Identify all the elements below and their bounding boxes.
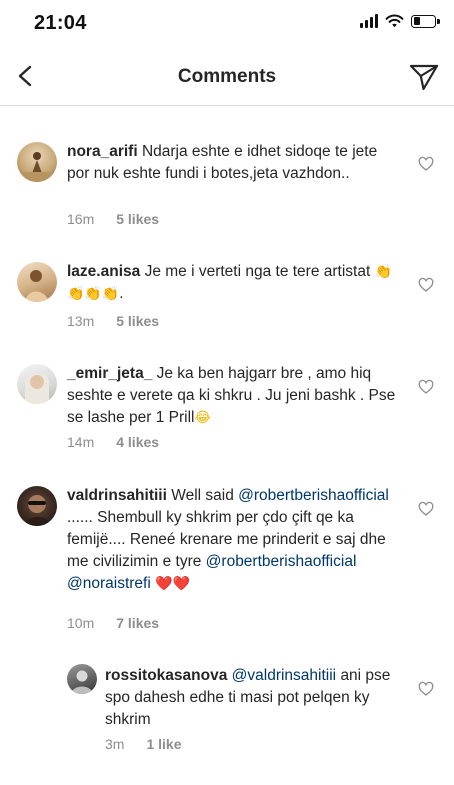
mention-link[interactable]: @noraistrefi xyxy=(67,575,151,592)
comment-likes[interactable]: 5 likes xyxy=(116,313,159,329)
comment-username[interactable]: _emir_jeta_ xyxy=(67,365,152,382)
avatar[interactable] xyxy=(67,664,97,694)
laughing-emoji: 😂 xyxy=(194,410,211,426)
wifi-icon xyxy=(385,14,404,28)
avatar[interactable] xyxy=(17,142,57,182)
status-bar: 21:04 xyxy=(0,0,454,48)
comment-time: 16m xyxy=(67,211,95,227)
comment-username[interactable]: valdrinsahitiii xyxy=(67,487,167,504)
comment-text: valdrinsahitiii Well said @robertberisha… xyxy=(67,485,402,595)
mention-link[interactable]: @valdrinsahitiii xyxy=(232,667,336,684)
battery-icon xyxy=(411,14,440,28)
heart-icon[interactable] xyxy=(418,379,434,395)
comment-meta: 16m 5 likes xyxy=(67,211,159,227)
comment-text: _emir_jeta_ Je ka ben hajgarr bre , amo … xyxy=(67,363,402,429)
signal-icon xyxy=(360,14,378,28)
avatar[interactable] xyxy=(17,262,57,302)
comment-username[interactable]: laze.anisa xyxy=(67,263,140,280)
comment-text: nora_arifi Ndarja eshte e idhet sidoqe t… xyxy=(67,141,402,185)
comment-time: 3m xyxy=(105,736,125,752)
page-title: Comments xyxy=(177,66,277,87)
header: Comments xyxy=(0,48,454,106)
comment-item: _emir_jeta_ Je ka ben hajgarr bre , amo … xyxy=(0,356,454,456)
avatar[interactable] xyxy=(17,364,57,404)
comment-likes[interactable]: 4 likes xyxy=(116,434,159,450)
status-time: 21:04 xyxy=(34,12,87,34)
comment-meta: 3m 1 like xyxy=(105,736,181,752)
comment-meta: 10m 7 likes xyxy=(67,615,159,631)
comment-meta: 13m 5 likes xyxy=(67,313,159,329)
comment-username[interactable]: rossitokasanova xyxy=(105,667,227,684)
comment-message: Well said xyxy=(171,487,234,504)
send-button[interactable] xyxy=(408,61,440,93)
send-icon xyxy=(409,64,439,91)
heart-icon[interactable] xyxy=(418,501,434,517)
comment-time: 10m xyxy=(67,615,95,631)
comment-item: valdrinsahitiii Well said @robertberisha… xyxy=(0,478,454,633)
comment-message: Je me i verteti nga te tere artistat xyxy=(144,263,371,280)
heart-icon[interactable] xyxy=(418,156,434,172)
comment-likes[interactable]: 1 like xyxy=(146,736,181,752)
comment-likes[interactable]: 5 likes xyxy=(116,211,159,227)
status-icons xyxy=(360,14,440,28)
comment-time: 13m xyxy=(67,313,95,329)
comment-text: laze.anisa Je me i verteti nga te tere a… xyxy=(67,261,402,305)
mention-link[interactable]: @robertberishaofficial xyxy=(206,553,357,570)
heart-icon[interactable] xyxy=(418,277,434,293)
comment-item: laze.anisa Je me i verteti nga te tere a… xyxy=(0,254,454,334)
comment-likes[interactable]: 7 likes xyxy=(116,615,159,631)
avatar[interactable] xyxy=(17,486,57,526)
comment-username[interactable]: nora_arifi xyxy=(67,143,138,160)
mention-link[interactable]: @robertberishaofficial xyxy=(238,487,389,504)
heart-icon[interactable] xyxy=(418,681,434,697)
reply-item: rossitokasanova @valdrinsahitiii ani pse… xyxy=(0,658,454,758)
comment-text: rossitokasanova @valdrinsahitiii ani pse… xyxy=(105,665,405,731)
comment-time: 14m xyxy=(67,434,95,450)
heart-emoji: ❤️❤️ xyxy=(155,576,190,592)
comment-item: nora_arifi Ndarja eshte e idhet sidoqe t… xyxy=(0,132,454,232)
comment-message-end: . xyxy=(119,285,124,302)
comment-meta: 14m 4 likes xyxy=(67,434,159,450)
